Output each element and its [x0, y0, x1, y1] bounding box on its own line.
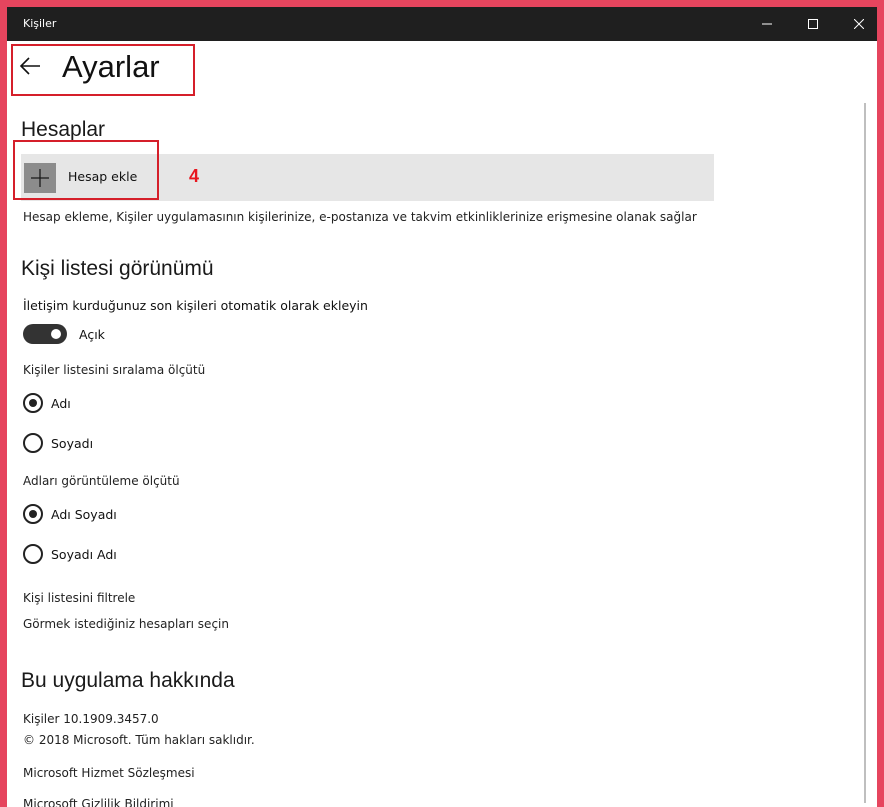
about-heading: Bu uygulama hakkında	[21, 669, 235, 692]
contact-list-heading: Kişi listesi görünümü	[21, 257, 214, 280]
auto-add-label: İletişim kurduğunuz son kişileri otomati…	[23, 298, 368, 313]
copyright-text: © 2018 Microsoft. Tüm hakları saklıdır.	[23, 733, 255, 747]
add-account-highlight-box	[13, 140, 159, 200]
close-icon	[854, 19, 864, 29]
accounts-heading: Hesaplar	[21, 118, 106, 141]
minimize-icon	[762, 23, 772, 25]
service-agreement-link[interactable]: Microsoft Hizmet Sözleşmesi	[23, 766, 195, 780]
settings-page: Ayarlar Hesaplar Hesap ekle 4 Hesap ekle…	[7, 41, 877, 807]
toggle-knob	[51, 329, 61, 339]
display-label: Adları görüntüleme ölçütü	[23, 474, 180, 488]
page-title: Ayarlar	[62, 49, 160, 84]
back-arrow-icon[interactable]	[19, 57, 41, 75]
filter-heading: Kişi listesini filtrele	[23, 591, 136, 605]
radio-display-last-first[interactable]	[23, 544, 43, 564]
minimize-button[interactable]	[744, 7, 790, 41]
window-title: Kişiler	[23, 17, 57, 30]
radio-selected-dot	[29, 510, 37, 518]
accounts-description: Hesap ekleme, Kişiler uygulamasının kişi…	[23, 210, 697, 224]
radio-label-sort-first-name[interactable]: Adı	[51, 396, 71, 411]
radio-label-display-first-last[interactable]: Adı Soyadı	[51, 507, 117, 522]
scrollbar[interactable]	[864, 103, 866, 803]
radio-label-display-last-first[interactable]: Soyadı Adı	[51, 547, 117, 562]
radio-selected-dot	[29, 399, 37, 407]
auto-add-toggle[interactable]	[23, 324, 67, 344]
sort-label: Kişiler listesini sıralama ölçütü	[23, 363, 206, 377]
step-annotation: 4	[189, 166, 200, 186]
radio-sort-first-name[interactable]	[23, 393, 43, 413]
maximize-icon	[808, 19, 818, 29]
filter-accounts-link[interactable]: Görmek istediğiniz hesapları seçin	[23, 617, 229, 631]
close-button[interactable]	[836, 7, 877, 41]
app-version: Kişiler 10.1909.3457.0	[23, 712, 159, 726]
radio-label-sort-last-name[interactable]: Soyadı	[51, 436, 93, 451]
app-window: Kişiler Ayarlar Hesaplar Hesap ekle 4 He…	[7, 7, 877, 807]
radio-display-first-last[interactable]	[23, 504, 43, 524]
radio-sort-last-name[interactable]	[23, 433, 43, 453]
toggle-state-label: Açık	[79, 327, 105, 342]
privacy-link[interactable]: Microsoft Gizlilik Bildirimi	[23, 797, 174, 807]
title-bar[interactable]: Kişiler	[7, 7, 877, 41]
maximize-button[interactable]	[790, 7, 836, 41]
